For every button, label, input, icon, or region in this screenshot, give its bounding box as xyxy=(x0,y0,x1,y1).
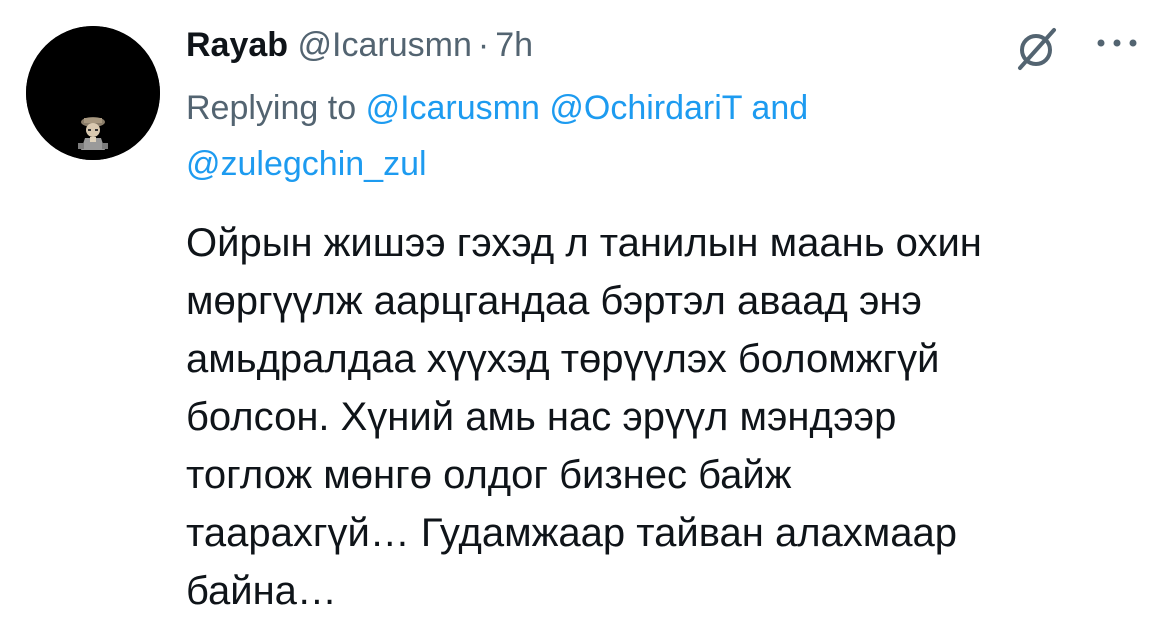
tweet-header: Rayab @Icarusmn · 7h xyxy=(186,21,533,69)
mention-joiner: and xyxy=(751,89,809,127)
more-icon[interactable] xyxy=(1094,34,1140,52)
display-name[interactable]: Rayab xyxy=(186,26,288,64)
tweet: Rayab @Icarusmn · 7h Replying to @Icarusmn… xyxy=(0,0,1170,620)
mention-link[interactable]: @zulegchin_zul xyxy=(186,145,427,183)
mention-link[interactable]: @Icarusmn xyxy=(366,89,540,127)
mention-link[interactable]: @OchirdariT xyxy=(549,89,742,127)
replying-to-label: Replying to xyxy=(186,89,357,127)
user-handle[interactable]: @Icarusmn xyxy=(298,26,472,64)
replying-to: Replying to @Icarusmn @OchirdariT and @z… xyxy=(186,80,1086,192)
separator-dot: · xyxy=(477,26,490,64)
user-avatar[interactable] xyxy=(26,26,160,160)
avatar-illustration-icon xyxy=(26,26,160,160)
tweet-text: Ойрын жишээ гэхэд л танилын маань охин м… xyxy=(186,221,982,613)
grok-icon[interactable] xyxy=(1010,22,1064,76)
tweet-time[interactable]: 7h xyxy=(495,26,533,64)
